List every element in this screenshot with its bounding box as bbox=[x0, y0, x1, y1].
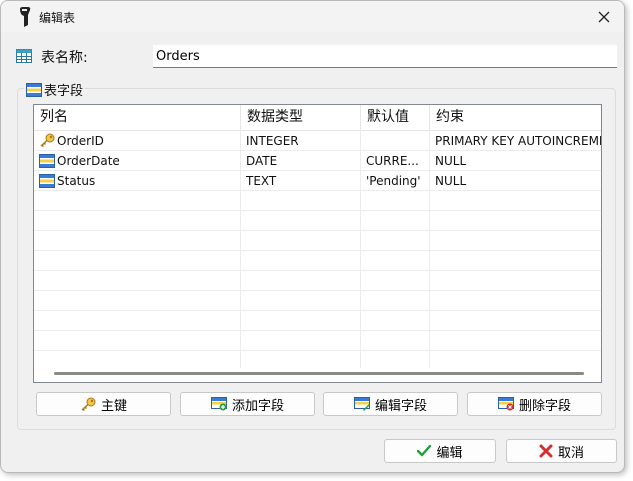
delete-field-button[interactable]: 删除字段 bbox=[467, 392, 602, 416]
grid-line bbox=[240, 130, 241, 368]
edit-field-icon bbox=[353, 397, 370, 411]
cell-constraint: NULL bbox=[435, 154, 467, 168]
field-icon bbox=[39, 154, 55, 168]
primary-key-button[interactable]: 主键 bbox=[36, 392, 171, 416]
add-field-button[interactable]: 添加字段 bbox=[180, 392, 315, 416]
cell-default: 'Pending' bbox=[366, 174, 421, 188]
add-field-icon bbox=[210, 397, 227, 411]
cell-name: OrderDate bbox=[57, 154, 120, 168]
column-header-default[interactable]: 默认值 bbox=[361, 105, 430, 130]
add-field-label: 添加字段 bbox=[231, 398, 284, 414]
grid-line bbox=[360, 130, 361, 368]
table-icon bbox=[16, 49, 32, 63]
table-name-label: 表名称: bbox=[41, 50, 88, 66]
cell-name: Status bbox=[57, 174, 96, 188]
window-title: 编辑表 bbox=[39, 11, 76, 25]
cell-constraint: NULL bbox=[435, 174, 467, 188]
cell-default bbox=[366, 131, 426, 151]
field-icon bbox=[39, 174, 55, 188]
column-header-constraint[interactable]: 约束 bbox=[430, 105, 601, 130]
fields-group-label: 表字段 bbox=[44, 84, 84, 99]
edit-field-label: 编辑字段 bbox=[374, 398, 427, 414]
cell-name: OrderID bbox=[57, 134, 104, 148]
edit-table-dialog: 编辑表 表名称: 表字段 列名 数据类型 默认值 约束 bbox=[0, 0, 625, 473]
key-icon bbox=[81, 397, 96, 411]
table-header: 列名 数据类型 默认值 约束 bbox=[34, 105, 601, 131]
grid-line bbox=[34, 330, 601, 331]
table-name-input[interactable] bbox=[153, 45, 617, 68]
fields-table[interactable]: 列名 数据类型 默认值 约束 OrderID INTEGER PRIMARY K… bbox=[33, 104, 602, 383]
close-icon bbox=[598, 11, 610, 23]
grid-line bbox=[34, 310, 601, 311]
delete-field-icon bbox=[497, 397, 514, 411]
cell-type: TEXT bbox=[246, 174, 277, 188]
delete-field-label: 删除字段 bbox=[518, 398, 571, 414]
checkmark-icon bbox=[417, 445, 432, 457]
fields-icon bbox=[26, 82, 42, 97]
fields-group-title: 表字段 bbox=[24, 80, 86, 99]
cancel-label: 取消 bbox=[557, 445, 584, 461]
cell-type: INTEGER bbox=[246, 134, 299, 148]
cell-type: DATE bbox=[246, 154, 278, 168]
horizontal-scrollbar[interactable] bbox=[54, 372, 584, 375]
primary-key-label: 主键 bbox=[100, 398, 127, 414]
grid-line bbox=[34, 250, 601, 251]
close-button[interactable] bbox=[592, 5, 616, 29]
ok-button[interactable]: 编辑 bbox=[384, 439, 496, 463]
grid-line bbox=[34, 210, 601, 211]
grid-line bbox=[34, 350, 601, 351]
cancel-icon bbox=[539, 444, 553, 458]
cancel-button[interactable]: 取消 bbox=[506, 439, 617, 463]
grid-line bbox=[34, 230, 601, 231]
key-icon bbox=[40, 133, 55, 147]
column-header-type[interactable]: 数据类型 bbox=[241, 105, 361, 130]
grid-line bbox=[34, 290, 601, 291]
grid-line bbox=[429, 130, 430, 368]
title-bar: 编辑表 bbox=[1, 1, 624, 32]
grid-line bbox=[34, 270, 601, 271]
column-header-name[interactable]: 列名 bbox=[34, 105, 241, 130]
app-icon bbox=[20, 7, 31, 27]
cell-default: CURRE... bbox=[366, 154, 419, 168]
edit-field-button[interactable]: 编辑字段 bbox=[323, 392, 458, 416]
cell-constraint: PRIMARY KEY AUTOINCREME bbox=[435, 134, 601, 148]
ok-label: 编辑 bbox=[436, 445, 463, 461]
